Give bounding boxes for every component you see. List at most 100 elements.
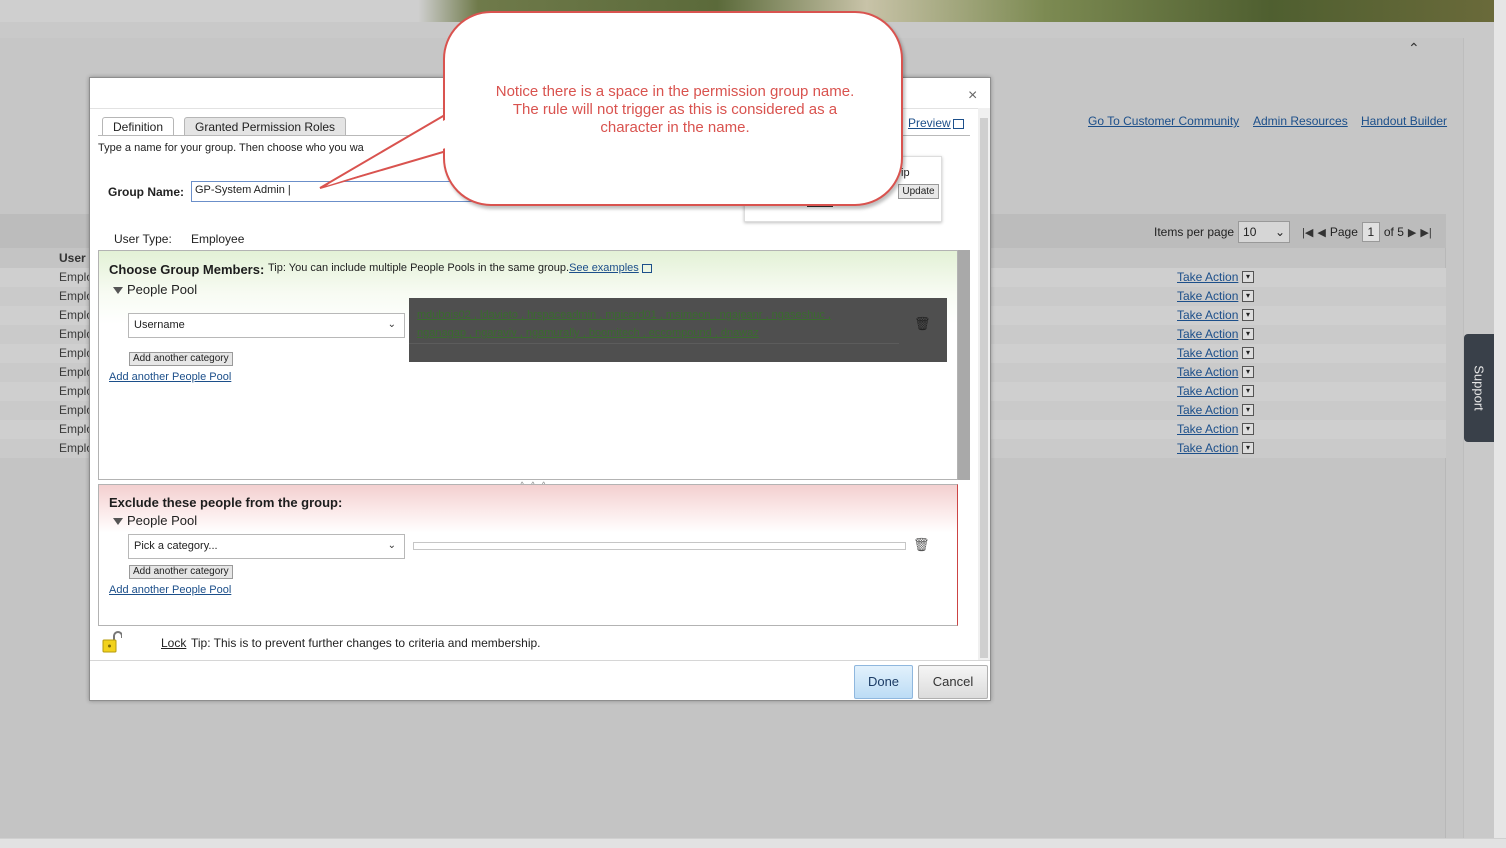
next-page-icon[interactable]: ▶ xyxy=(1408,226,1416,239)
user-type-cell: Emplo xyxy=(59,327,94,341)
callout-line: The rule will not trigger as this is con… xyxy=(512,101,838,118)
chevron-down-icon: ⌄ xyxy=(1274,225,1286,239)
group-name-label: Group Name: xyxy=(108,185,185,199)
add-people-pool-link[interactable]: Add another People Pool xyxy=(109,584,231,596)
last-page-icon[interactable]: ▶| xyxy=(1420,226,1431,239)
take-action-link[interactable]: Take Action xyxy=(1177,346,1238,360)
intro-text: Type a name for your group. Then choose … xyxy=(98,142,364,154)
dropdown-arrow-icon[interactable]: ▾ xyxy=(1242,347,1254,359)
lock-link[interactable]: Lock xyxy=(161,636,186,650)
category-value: Pick a category... xyxy=(134,540,218,552)
category-value: Username xyxy=(134,319,185,331)
take-action-link[interactable]: Take Action xyxy=(1177,384,1238,398)
excluded-users-box[interactable] xyxy=(413,542,906,550)
dropdown-arrow-icon[interactable]: ▾ xyxy=(1242,423,1254,435)
tab-granted-permission-roles[interactable]: Granted Permission Roles xyxy=(184,117,347,136)
dropdown-arrow-icon[interactable]: ▾ xyxy=(1242,442,1254,454)
people-pool-label: People Pool xyxy=(127,282,198,297)
people-pool-header[interactable]: People Pool xyxy=(113,513,197,528)
include-section: Choose Group Members: Tip: You can inclu… xyxy=(98,250,958,480)
take-action-link[interactable]: Take Action xyxy=(1177,327,1238,341)
update-button[interactable]: Update xyxy=(898,184,939,199)
callout-line: character in the name. xyxy=(600,119,750,136)
cancel-button[interactable]: Cancel xyxy=(918,665,988,699)
add-people-pool-link[interactable]: Add another People Pool xyxy=(109,371,231,383)
user-type-value: Employee xyxy=(191,232,245,246)
user-type-cell: Emplo xyxy=(59,365,94,379)
handout-builder-link[interactable]: Handout Builder xyxy=(1361,114,1447,128)
take-action-link[interactable]: Take Action xyxy=(1177,422,1238,436)
take-action-link[interactable]: Take Action xyxy=(1177,365,1238,379)
annotation-callout: Notice there is a space in the permissio… xyxy=(443,11,903,206)
items-per-page-select[interactable]: 10 ⌄ xyxy=(1238,221,1291,243)
user-type-cell: Emplo xyxy=(59,403,94,417)
take-action-link[interactable]: Take Action xyxy=(1177,308,1238,322)
collapse-triangle-icon[interactable] xyxy=(113,287,123,295)
group-name-input[interactable]: GP-System Admin | xyxy=(191,181,491,202)
support-label: Support xyxy=(1471,365,1487,411)
add-category-button[interactable]: Add another category xyxy=(129,565,233,579)
add-category-button[interactable]: Add another category xyxy=(129,352,233,366)
items-per-page-label: Items per page xyxy=(1154,225,1235,239)
page-label: Page xyxy=(1329,225,1358,239)
dropdown-arrow-icon[interactable]: ▾ xyxy=(1242,404,1254,416)
support-tab[interactable]: Support xyxy=(1464,334,1494,442)
see-examples-link[interactable]: See examples xyxy=(569,262,639,274)
external-window-icon[interactable] xyxy=(641,263,652,273)
page-of-label: of 5 xyxy=(1383,225,1404,239)
bottom-bar xyxy=(0,838,1506,848)
trash-icon[interactable]: 🗑 xyxy=(913,537,930,553)
exclude-title: Exclude these people from the group: xyxy=(109,495,343,510)
user-type-cell: Emplo xyxy=(59,270,94,284)
customer-community-link[interactable]: Go To Customer Community xyxy=(1088,114,1239,128)
selected-users-box: mdubois02 , ldavieto , hrspaceadmin , mp… xyxy=(409,298,947,362)
include-tip: Tip: You can include multiple People Poo… xyxy=(268,262,652,274)
external-window-icon[interactable] xyxy=(953,119,964,129)
admin-resources-link[interactable]: Admin Resources xyxy=(1253,114,1348,128)
collapse-triangle-icon[interactable] xyxy=(113,518,123,526)
chevron-down-icon: ⌄ xyxy=(387,540,396,551)
first-page-icon[interactable]: |◀ xyxy=(1302,226,1313,239)
exclude-category-select[interactable]: Pick a category... ⌄ xyxy=(128,534,405,559)
take-action-link[interactable]: Take Action xyxy=(1177,270,1238,284)
callout-text: Notice there is a space in the permissio… xyxy=(475,83,875,137)
dropdown-arrow-icon[interactable]: ▾ xyxy=(1242,366,1254,378)
dropdown-arrow-icon[interactable]: ▾ xyxy=(1242,309,1254,321)
chevron-up-icon[interactable]: ⌃ xyxy=(1408,40,1420,57)
tab-definition[interactable]: Definition xyxy=(102,117,175,136)
unlock-icon[interactable] xyxy=(102,631,122,653)
user-type-cell: Emplo xyxy=(59,308,94,322)
dropdown-arrow-icon[interactable]: ▾ xyxy=(1242,290,1254,302)
dialog-scroll-thumb[interactable] xyxy=(980,118,988,658)
people-pool-header[interactable]: People Pool xyxy=(113,282,197,297)
users-line[interactable]: mdubois02 , ldavieto , hrspaceadmin , mp… xyxy=(417,306,887,324)
done-button[interactable]: Done xyxy=(854,665,913,699)
user-type-label: User Type: xyxy=(114,232,172,246)
preview-link[interactable]: Preview xyxy=(908,116,951,130)
close-icon[interactable]: × xyxy=(968,87,977,105)
include-scrollbar[interactable] xyxy=(958,250,970,480)
page-input[interactable]: 1 xyxy=(1361,222,1380,242)
include-tip-text: Tip: You can include multiple People Poo… xyxy=(268,262,570,274)
dropdown-arrow-icon[interactable]: ▾ xyxy=(1242,328,1254,340)
users-line[interactable]: nganagap , ngaraviv , ngamurally , boomi… xyxy=(417,324,887,342)
dropdown-arrow-icon[interactable]: ▾ xyxy=(1242,271,1254,283)
category-select[interactable]: Username ⌄ xyxy=(128,313,405,338)
dropdown-arrow-icon[interactable]: ▾ xyxy=(1242,385,1254,397)
callout-line: Notice there is a space in the permissio… xyxy=(495,83,855,100)
divider xyxy=(90,660,990,661)
people-pool-label: People Pool xyxy=(127,513,198,528)
column-header-user[interactable]: User xyxy=(59,251,86,265)
selected-users[interactable]: mdubois02 , ldavieto , hrspaceadmin , mp… xyxy=(417,306,887,342)
trash-icon[interactable]: 🗑 xyxy=(914,316,931,332)
take-action-link[interactable]: Take Action xyxy=(1177,403,1238,417)
take-action-link[interactable]: Take Action xyxy=(1177,441,1238,455)
membership-label: ip xyxy=(901,167,910,179)
user-type-cell: Emplo xyxy=(59,384,94,398)
lock-tip: Tip: This is to prevent further changes … xyxy=(191,636,541,650)
take-action-link[interactable]: Take Action xyxy=(1177,289,1238,303)
page-scrollbar[interactable] xyxy=(1494,0,1506,848)
prev-page-icon[interactable]: ◀ xyxy=(1317,226,1325,239)
user-type-cell: Emplo xyxy=(59,346,94,360)
user-type-cell: Emplo xyxy=(59,441,94,455)
